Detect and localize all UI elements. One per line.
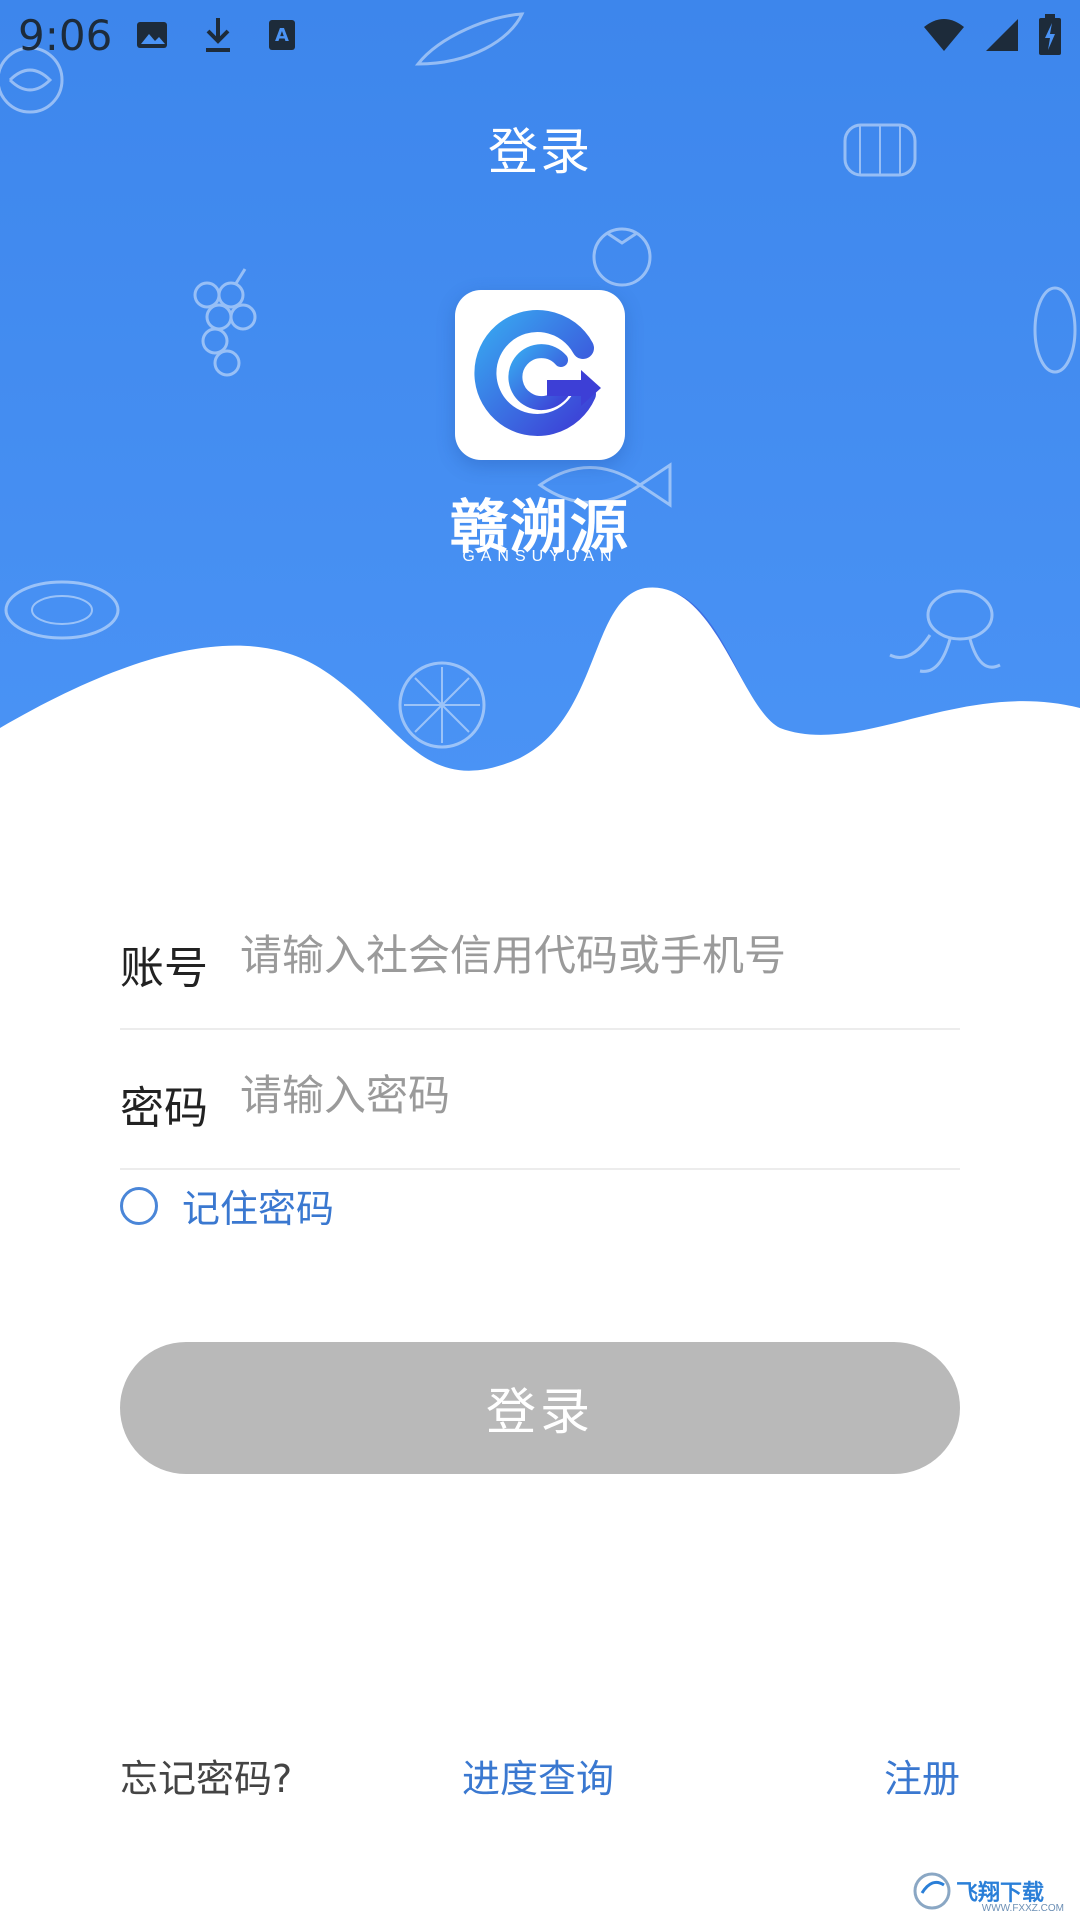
password-field: 密码 (120, 1030, 960, 1170)
watermark-logo-icon (913, 1872, 951, 1910)
account-input[interactable] (240, 920, 940, 990)
remember-label: 记住密码 (182, 1187, 335, 1231)
password-label: 密码 (120, 1083, 208, 1134)
watermark-url: WWW.FXXZ.COM (981, 1903, 1064, 1914)
svg-text:A: A (275, 25, 289, 46)
battery-charging-icon (1039, 14, 1061, 55)
corn-icon (1033, 286, 1077, 374)
account-label: 账号 (120, 943, 208, 994)
account-field: 账号 (120, 890, 960, 1030)
page-title: 登录 (488, 123, 592, 181)
progress-query-link[interactable]: 进度查询 (462, 1748, 614, 1803)
remember-radio[interactable] (120, 1186, 158, 1225)
persimmon-icon (592, 227, 652, 287)
download-icon (206, 18, 230, 52)
login-form: 账号 密码 (120, 890, 960, 1170)
status-icons-left: A (135, 16, 297, 54)
remember-password-toggle[interactable]: 记住密码 (120, 1178, 334, 1233)
wifi-icon (924, 19, 964, 51)
watermark: 飞翔下载 WWW.FXXZ.COM (912, 1868, 1072, 1914)
status-bar: 9:06 A (0, 0, 1080, 72)
signal-icon (986, 19, 1018, 51)
login-button[interactable]: 登录 (120, 1342, 960, 1474)
wave-divider (0, 587, 1080, 780)
brand-logo (455, 290, 625, 460)
grapes-icon (193, 268, 257, 377)
password-input[interactable] (240, 1060, 940, 1130)
brand-subtitle: GANSUYUAN (462, 548, 618, 565)
status-time: 9:06 (18, 11, 113, 60)
brand-logo-icon (474, 310, 601, 437)
forgot-password-link[interactable]: 忘记密码? (120, 1748, 292, 1803)
keyboard-a-icon: A (269, 20, 295, 50)
image-icon (137, 22, 167, 48)
register-link[interactable]: 注册 (884, 1748, 960, 1803)
status-icons-right (922, 14, 1062, 56)
